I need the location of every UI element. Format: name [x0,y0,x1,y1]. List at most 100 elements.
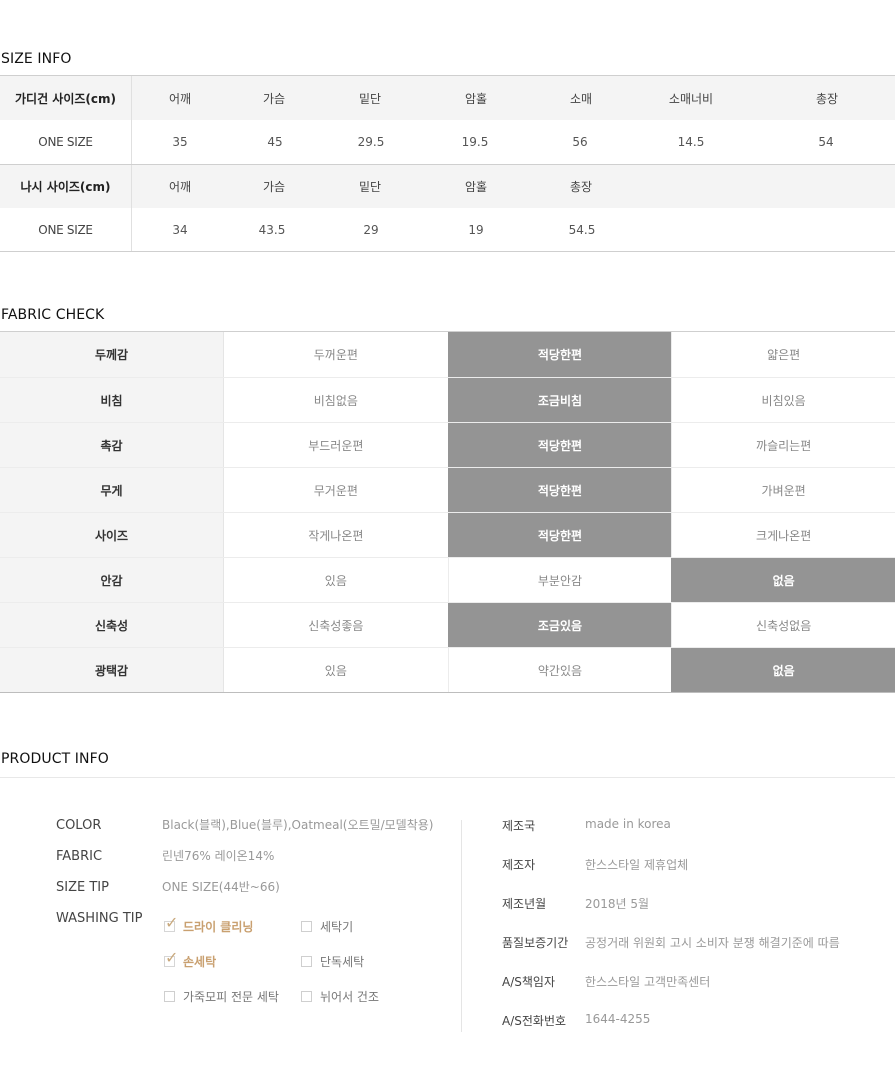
cardigan-col: 소매 [569,91,593,106]
color-label: COLOR [56,818,102,833]
washing-option-label: 뉘어서 건조 [320,990,380,1004]
fabric-row: 비침 비침없음 조금비침 비침있음 [0,377,895,422]
fabric-row: 광택감 있음 약간있음 없음 [0,647,895,692]
fabric-row-label: 사이즈 [0,513,224,557]
fabric-row: 촉감 부드러운편 적당한편 까슬리는편 [0,422,895,467]
detail-value: 한스스타일 제휴업체 [585,858,689,872]
washing-option-label: 세탁기 [320,920,354,934]
cardigan-value: 35 [172,135,188,149]
detail-label: 제조국 [502,819,536,833]
check-mark-icon: ✓ [165,948,179,967]
cardigan-value: 19.5 [461,135,489,149]
checkbox-icon [301,991,312,1002]
washing-option-label: 손세탁 [183,955,217,969]
checked-checkbox-icon: ✓ [164,950,178,967]
washing-option: 세탁기 [301,918,353,935]
fabric-option-selected: 없음 [671,648,895,692]
color-value: Black(블랙),Blue(블루),Oatmeal(오트밀/모델착용) [162,818,434,832]
washing-option-label: 가죽모피 전문 세탁 [183,990,279,1004]
cardigan-value: 54 [818,135,834,149]
cardigan-value: 56 [572,135,588,149]
fabric-option: 가벼운편 [671,468,895,512]
detail-label: 제조자 [502,858,536,872]
sleeveless-value: 54.5 [568,222,596,237]
fabric-option: 부드러운편 [308,438,364,453]
cardigan-value: 29.5 [357,135,385,149]
sleeveless-size-label: 나시 사이즈(cm) [0,165,132,208]
washing-option: ✓ 손세탁 [164,950,217,970]
checked-checkbox-icon: ✓ [164,915,178,932]
cardigan-col: 총장 [815,91,839,106]
checkbox-icon [301,956,312,967]
cardigan-col: 어깨 [168,91,192,106]
fabric-check-table: 두께감 두꺼운편 적당한편 얇은편 비침 비침없음 조금비침 비침있음 촉감 부드러운편 적당한편 까… [0,331,895,693]
cardigan-size-label: 가디건 사이즈(cm) [0,76,132,120]
fabric-option: 비침없음 [313,393,358,408]
fabric-value: 린넨76% 레이온14% [162,849,275,863]
washing-option-label: 드라이 클리닝 [183,920,254,934]
fabric-row: 두께감 두꺼운편 적당한편 얇은편 [0,332,895,377]
cardigan-col: 소매너비 [668,91,714,106]
fabric-row: 안감 있음 부분안감 없음 [0,557,895,602]
fabric-option: 있음 [324,663,347,678]
fabric-row: 사이즈 작게나온편 적당한편 크게나온편 [0,512,895,557]
detail-value: made in korea [585,817,671,831]
fabric-label: FABRIC [56,849,103,864]
detail-label: A/S책임자 [502,975,555,989]
fabric-row-label: 안감 [0,558,224,602]
fabric-row-label: 비침 [0,378,224,422]
sleeveless-value-row: ONE SIZE 34 43.5 29 19 54.5 [0,208,895,252]
fabric-option-selected: 적당한편 [447,468,672,512]
product-info-title: PRODUCT INFO [1,751,109,767]
detail-label: 제조년월 [502,897,547,911]
cardigan-header-row: 가디건 사이즈(cm) 어깨 가슴 밑단 암홀 소매 소매너비 총장 [0,76,895,120]
fabric-option: 신축성좋음 [308,618,364,633]
fabric-option: 무거운편 [313,483,358,498]
size-info-table: 가디건 사이즈(cm) 어깨 가슴 밑단 암홀 소매 소매너비 총장 ONE S… [0,75,895,252]
fabric-option-selected: 적당한편 [447,423,672,467]
fabric-option: 작게나온편 [308,528,364,543]
detail-label: 품질보증기간 [502,936,569,950]
sleeveless-header-row: 나시 사이즈(cm) 어깨 가슴 밑단 암홀 총장 [0,164,895,208]
detail-value: 한스스타일 고객만족센터 [585,975,711,989]
fabric-row-label: 두께감 [0,332,224,377]
product-info-vertical-divider [461,820,462,1032]
washing-option: 가죽모피 전문 세탁 [164,988,279,1005]
size-tip-value: ONE SIZE(44반~66) [162,880,280,894]
detail-value: 2018년 5월 [585,897,650,911]
sleeveless-value: 34 [172,222,188,237]
washing-option: ✓ 드라이 클리닝 [164,915,254,935]
check-mark-icon: ✓ [165,913,179,932]
washing-option: 단독세탁 [301,953,364,970]
fabric-option: 있음 [324,573,347,588]
cardigan-value: 14.5 [677,135,705,149]
sleeveless-col: 어깨 [168,180,192,194]
size-info-title: SIZE INFO [1,51,72,67]
sleeveless-value: 29 [363,222,379,237]
fabric-option: 비침있음 [671,378,895,422]
fabric-option: 두꺼운편 [313,348,358,362]
fabric-check-title: FABRIC CHECK [1,307,105,323]
fabric-row: 무게 무거운편 적당한편 가벼운편 [0,467,895,512]
cardigan-value: 45 [267,135,283,149]
washing-option-label: 단독세탁 [320,955,365,969]
fabric-option: 얇은편 [671,332,895,377]
washing-option: 뉘어서 건조 [301,988,379,1005]
checkbox-icon [301,921,312,932]
cardigan-value-row: ONE SIZE 35 45 29.5 19.5 56 14.5 54 [0,120,895,164]
fabric-option-selected: 조금있음 [447,603,672,647]
detail-value: 공정거래 위원회 고시 소비자 분쟁 해결기준에 따름 [585,936,840,950]
fabric-option-selected: 조금비침 [447,378,672,422]
fabric-option: 크게나온편 [671,513,895,557]
cardigan-col: 암홀 [464,91,488,106]
checkbox-icon [164,991,175,1002]
detail-value: 1644-4255 [585,1012,651,1026]
fabric-row-label: 촉감 [0,423,224,467]
cardigan-one-size-label: ONE SIZE [0,120,132,164]
fabric-row-label: 무게 [0,468,224,512]
sleeveless-col: 총장 [569,180,593,194]
sleeveless-value: 43.5 [258,222,286,237]
fabric-option: 까슬리는편 [671,423,895,467]
fabric-option-selected: 적당한편 [447,513,672,557]
cardigan-col: 밑단 [358,91,382,106]
